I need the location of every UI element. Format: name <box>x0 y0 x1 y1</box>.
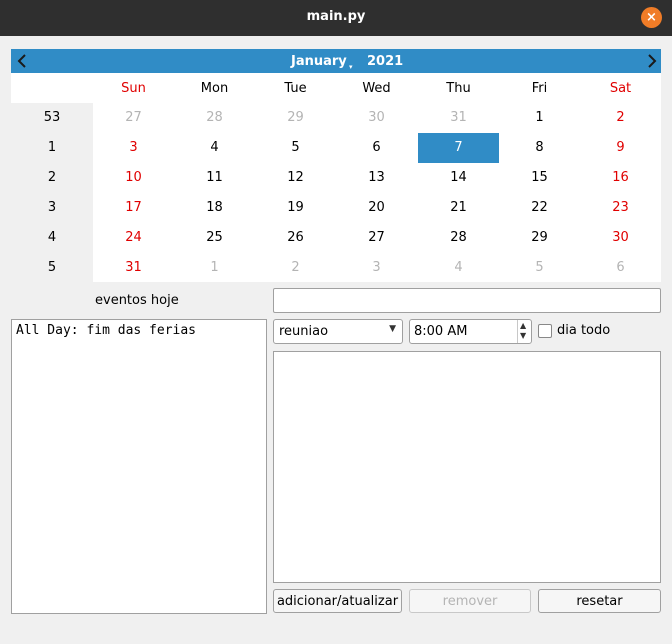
time-spinner[interactable]: ▲ ▼ <box>517 320 531 343</box>
chevron-down-icon: ▼ <box>389 324 396 334</box>
calendar-day-cell[interactable]: 27 <box>336 223 417 253</box>
calendar-day-cell[interactable]: 7 <box>418 133 499 163</box>
calendar-day-cell[interactable]: 31 <box>93 253 174 283</box>
month-selector[interactable]: January <box>291 54 347 69</box>
week-number: 3 <box>47 200 57 215</box>
weekday-header-tue: Tue <box>284 81 307 96</box>
calendar-day-cell[interactable]: 11 <box>174 163 255 193</box>
week-number: 53 <box>43 110 61 125</box>
calendar-day-cell[interactable]: 2 <box>580 103 661 133</box>
calendar-day-cell[interactable]: 3 <box>336 253 417 283</box>
event-type-select[interactable]: reuniao ▼ <box>273 319 403 344</box>
calendar-day-cell[interactable]: 1 <box>174 253 255 283</box>
calendar-day-cell[interactable]: 28 <box>174 103 255 133</box>
calendar-day-cell[interactable]: 16 <box>580 163 661 193</box>
chevron-right-icon <box>648 54 657 68</box>
weekday-header-sun: Sun <box>121 81 146 96</box>
calendar-day-cell[interactable]: 17 <box>93 193 174 223</box>
calendar-day-cell[interactable]: 8 <box>499 133 580 163</box>
weekday-header-mon: Mon <box>200 81 229 96</box>
calendar-day-cell[interactable]: 27 <box>93 103 174 133</box>
calendar-navigation-bar: January ▾ 2021 <box>11 49 661 73</box>
calendar-day-cell[interactable]: 20 <box>336 193 417 223</box>
calendar-day-cell[interactable]: 15 <box>499 163 580 193</box>
year-selector[interactable]: 2021 <box>367 54 403 69</box>
calendar-day-cell[interactable]: 4 <box>418 253 499 283</box>
calendar-day-cell[interactable]: 6 <box>580 253 661 283</box>
calendar-day-cell[interactable]: 6 <box>336 133 417 163</box>
calendar-day-cell[interactable]: 3 <box>93 133 174 163</box>
calendar-grid: Sun Mon Tue Wed Thu Fri Sat 53 1 2 3 4 5 27 28 29 30 31 1 2… <box>11 73 661 282</box>
week-number: 4 <box>47 230 57 245</box>
calendar-day-cell[interactable]: 5 <box>255 133 336 163</box>
weekday-header-fri: Fri <box>531 81 548 96</box>
calendar-day-cell[interactable]: 22 <box>499 193 580 223</box>
week-number: 1 <box>47 140 57 155</box>
calendar-day-cell[interactable]: 31 <box>418 103 499 133</box>
week-number: 2 <box>47 170 57 185</box>
calendar-day-cell[interactable]: 2 <box>255 253 336 283</box>
spin-down-icon[interactable]: ▼ <box>520 331 526 340</box>
next-month-button[interactable] <box>643 49 663 73</box>
calendar-day-cell[interactable]: 26 <box>255 223 336 253</box>
event-type-value: reuniao <box>279 324 329 339</box>
calendar-day-cell[interactable]: 12 <box>255 163 336 193</box>
calendar-day-cell[interactable]: 5 <box>499 253 580 283</box>
chevron-down-icon: ▾ <box>349 63 353 71</box>
spin-up-icon[interactable]: ▲ <box>520 321 526 330</box>
close-icon[interactable]: × <box>641 7 662 28</box>
calendar-day-cell[interactable]: 30 <box>580 223 661 253</box>
calendar-day-cell[interactable]: 9 <box>580 133 661 163</box>
weekday-header-sat: Sat <box>609 81 632 96</box>
week-number: 5 <box>47 260 57 275</box>
prev-month-button[interactable] <box>13 49 33 73</box>
calendar-day-cell[interactable]: 10 <box>93 163 174 193</box>
calendar-day-cell[interactable]: 29 <box>255 103 336 133</box>
events-list[interactable]: All Day: fim das ferias <box>11 319 267 614</box>
calendar-day-cell[interactable]: 24 <box>93 223 174 253</box>
calendar-day-cell[interactable]: 21 <box>418 193 499 223</box>
calendar-day-cell[interactable]: 23 <box>580 193 661 223</box>
chevron-left-icon <box>17 54 26 68</box>
all-day-label[interactable]: dia todo <box>557 323 610 338</box>
calendar-day-cell[interactable]: 25 <box>174 223 255 253</box>
calendar-day-cell[interactable]: 14 <box>418 163 499 193</box>
add-update-button[interactable]: adicionar/atualizar <box>273 589 402 613</box>
reset-button[interactable]: resetar <box>538 589 661 613</box>
calendar-day-cell[interactable]: 18 <box>174 193 255 223</box>
remove-button[interactable]: remover <box>409 589 531 613</box>
time-value: 8:00 AM <box>414 324 468 339</box>
calendar-day-cell[interactable]: 13 <box>336 163 417 193</box>
calendar-day-cell[interactable]: 29 <box>499 223 580 253</box>
calendar-day-cell[interactable]: 30 <box>336 103 417 133</box>
event-title-input[interactable] <box>273 288 661 313</box>
calendar-day-cell[interactable]: 28 <box>418 223 499 253</box>
calendar-day-cell[interactable]: 19 <box>255 193 336 223</box>
weekday-header-thu: Thu <box>446 81 471 96</box>
calendar-day-cell[interactable]: 4 <box>174 133 255 163</box>
window-title: main.py <box>306 9 366 24</box>
title-bar: main.py × <box>0 0 672 36</box>
event-description-textarea[interactable] <box>273 351 661 583</box>
all-day-checkbox[interactable] <box>538 324 552 338</box>
calendar-day-cell[interactable]: 1 <box>499 103 580 133</box>
time-input[interactable]: 8:00 AM ▲ ▼ <box>409 319 532 344</box>
events-today-label: eventos hoje <box>95 293 179 308</box>
weekday-header-wed: Wed <box>362 81 391 96</box>
list-item[interactable]: All Day: fim das ferias <box>16 323 196 338</box>
